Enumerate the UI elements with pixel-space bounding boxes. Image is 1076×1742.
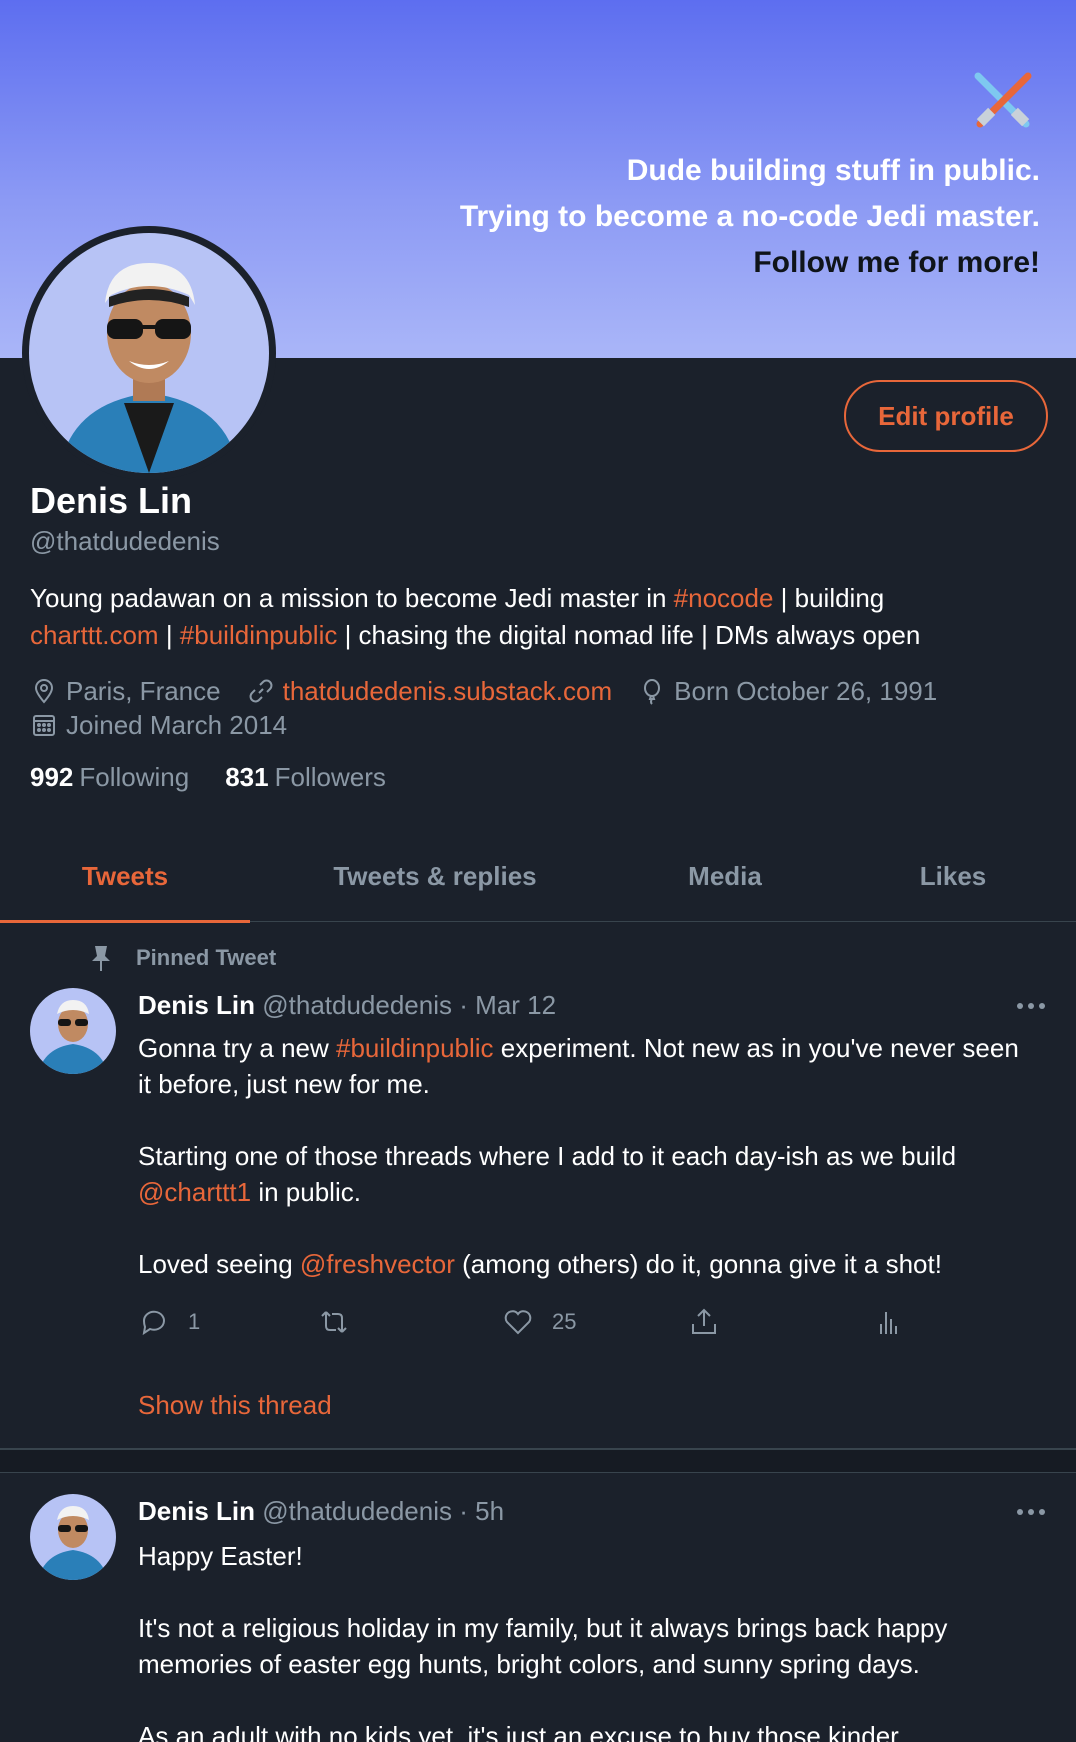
mention-charttt1-link[interactable]: @charttt1	[138, 1177, 251, 1207]
bio-text: | chasing the digital nomad life | DMs a…	[337, 620, 921, 650]
tweet-header: Denis Lin @thatdudedenis · 5h	[138, 1496, 504, 1527]
tweet-paragraph: As an adult with no kids yet, it's just …	[138, 1721, 899, 1742]
reply-count: 1	[188, 1309, 201, 1334]
tweet-paragraph: Happy Easter!	[138, 1541, 303, 1571]
tweet-separator: ·	[459, 990, 468, 1020]
share-button[interactable]	[688, 1306, 720, 1338]
tweet-author-name[interactable]: Denis Lin	[138, 990, 255, 1020]
balloon-icon	[644, 679, 661, 705]
pinned-indicator: Pinned Tweet	[88, 944, 276, 972]
analytics-icon	[880, 1312, 897, 1334]
birthday-text: Born October 26, 1991	[674, 676, 938, 706]
crossed-lightsabers-icon	[974, 72, 1032, 128]
tweet-text-part: Gonna try a new	[138, 1033, 336, 1063]
followers-link[interactable]: 831 Followers	[225, 762, 386, 793]
profile-bio: Young padawan on a mission to become Jed…	[30, 580, 1050, 654]
banner-text: Dude building stuff in public. Trying to…	[460, 148, 1040, 286]
banner-line-2: Trying to become a no-code Jedi master.	[459, 200, 1040, 233]
tweet-paragraph: Starting one of those threads where I ad…	[138, 1138, 1038, 1210]
location-pin-icon	[34, 679, 54, 704]
tweet-text-part: in public.	[251, 1177, 361, 1207]
mention-freshvector-link[interactable]: @freshvector	[300, 1249, 455, 1279]
retweet-icon	[321, 1311, 347, 1333]
location-text: Paris, France	[66, 676, 221, 706]
avatar-image	[30, 1494, 116, 1580]
tweet-time[interactable]: 5h	[475, 1496, 504, 1526]
following-label: Following	[79, 762, 190, 792]
show-thread-link[interactable]: Show this thread	[138, 1390, 332, 1421]
divider	[0, 1472, 1076, 1473]
tweet-text-part: Loved seeing	[138, 1249, 300, 1279]
tab-tweets-replies[interactable]: Tweets & replies	[250, 830, 620, 922]
like-count: 25	[552, 1309, 577, 1334]
share-icon	[692, 1308, 716, 1334]
calendar-icon	[33, 715, 55, 736]
profile-meta: Paris, France thatdudedenis.substack.com…	[30, 674, 1060, 742]
profile-handle: @thatdudedenis	[30, 526, 220, 556]
joined: Joined March 2014	[30, 708, 287, 742]
website: thatdudedenis.substack.com	[247, 674, 613, 708]
heart-icon	[504, 1310, 532, 1335]
banner-line-3: Follow me for more!	[753, 246, 1040, 279]
tweet-paragraph: Loved seeing @freshvector (among others)…	[138, 1246, 1038, 1282]
hashtag-nocode-link[interactable]: #nocode	[674, 583, 774, 613]
joined-text: Joined March 2014	[66, 710, 288, 740]
tweet-author-name[interactable]: Denis Lin	[138, 1496, 255, 1526]
tweet-avatar[interactable]	[30, 988, 116, 1074]
analytics-button[interactable]	[872, 1306, 904, 1338]
avatar-image	[30, 988, 116, 1074]
bio-text: |	[158, 620, 180, 650]
reply-icon	[142, 1310, 165, 1336]
tweet-text: Gonna try a new #buildinpublic experimen…	[138, 1030, 1038, 1282]
link-icon	[249, 679, 273, 703]
tweet-separator: ·	[459, 1496, 468, 1526]
hashtag-buildinpublic-link[interactable]: #buildinpublic	[180, 620, 338, 650]
like-button[interactable]: 25	[502, 1306, 576, 1338]
tweet-text-part: (among others) do it, gonna give it a sh…	[454, 1249, 942, 1279]
bio-text: Young padawan on a mission to become Jed…	[30, 583, 674, 613]
tab-likes[interactable]: Likes	[830, 830, 1076, 922]
followers-label: Followers	[274, 762, 386, 792]
pin-icon	[92, 946, 110, 971]
bio-text: | building	[773, 583, 885, 613]
tweet-avatar[interactable]	[30, 1494, 116, 1580]
avatar-image	[29, 233, 269, 473]
charttt-link[interactable]: charttt.com	[30, 620, 159, 650]
tweet-text: Happy Easter! It's not a religious holid…	[138, 1538, 1038, 1742]
more-options-icon[interactable]	[1016, 1000, 1046, 1012]
tab-media[interactable]: Media	[620, 830, 830, 922]
tweet-time[interactable]: Mar 12	[475, 990, 556, 1020]
tweet-paragraph: It's not a religious holiday in my famil…	[138, 1613, 948, 1679]
follow-stats: 992 Following 831 Followers	[30, 762, 386, 793]
retweet-button[interactable]	[318, 1306, 350, 1338]
profile-name: Denis Lin	[30, 480, 193, 521]
location: Paris, France	[30, 674, 221, 708]
tweet-author-handle[interactable]: @thatdudedenis	[262, 990, 452, 1020]
tweet-header: Denis Lin @thatdudedenis · Mar 12	[138, 990, 556, 1021]
followers-count: 831	[225, 762, 269, 792]
edit-profile-button[interactable]: Edit profile	[844, 380, 1048, 452]
website-link[interactable]: thatdudedenis.substack.com	[283, 674, 613, 708]
birthday: Born October 26, 1991	[638, 674, 937, 708]
profile-avatar[interactable]	[22, 226, 276, 480]
hashtag-buildinpublic-link[interactable]: #buildinpublic	[336, 1033, 494, 1063]
tweet-text-part: Starting one of those threads where I ad…	[138, 1141, 957, 1171]
tweet-paragraph: Gonna try a new #buildinpublic experimen…	[138, 1030, 1038, 1102]
following-count: 992	[30, 762, 74, 792]
following-link[interactable]: 992 Following	[30, 762, 189, 793]
pinned-label: Pinned Tweet	[136, 945, 277, 970]
tab-tweets[interactable]: Tweets	[0, 830, 250, 923]
more-options-icon[interactable]	[1016, 1506, 1046, 1518]
banner-line-1: Dude building stuff in public.	[626, 154, 1040, 187]
divider	[0, 1450, 1076, 1472]
profile-tabs: Tweets Tweets & replies Media Likes	[0, 830, 1076, 923]
reply-button[interactable]: 1	[138, 1306, 200, 1338]
tweet-author-handle[interactable]: @thatdudedenis	[262, 1496, 452, 1526]
tweet-actions: 1 25	[138, 1306, 908, 1340]
